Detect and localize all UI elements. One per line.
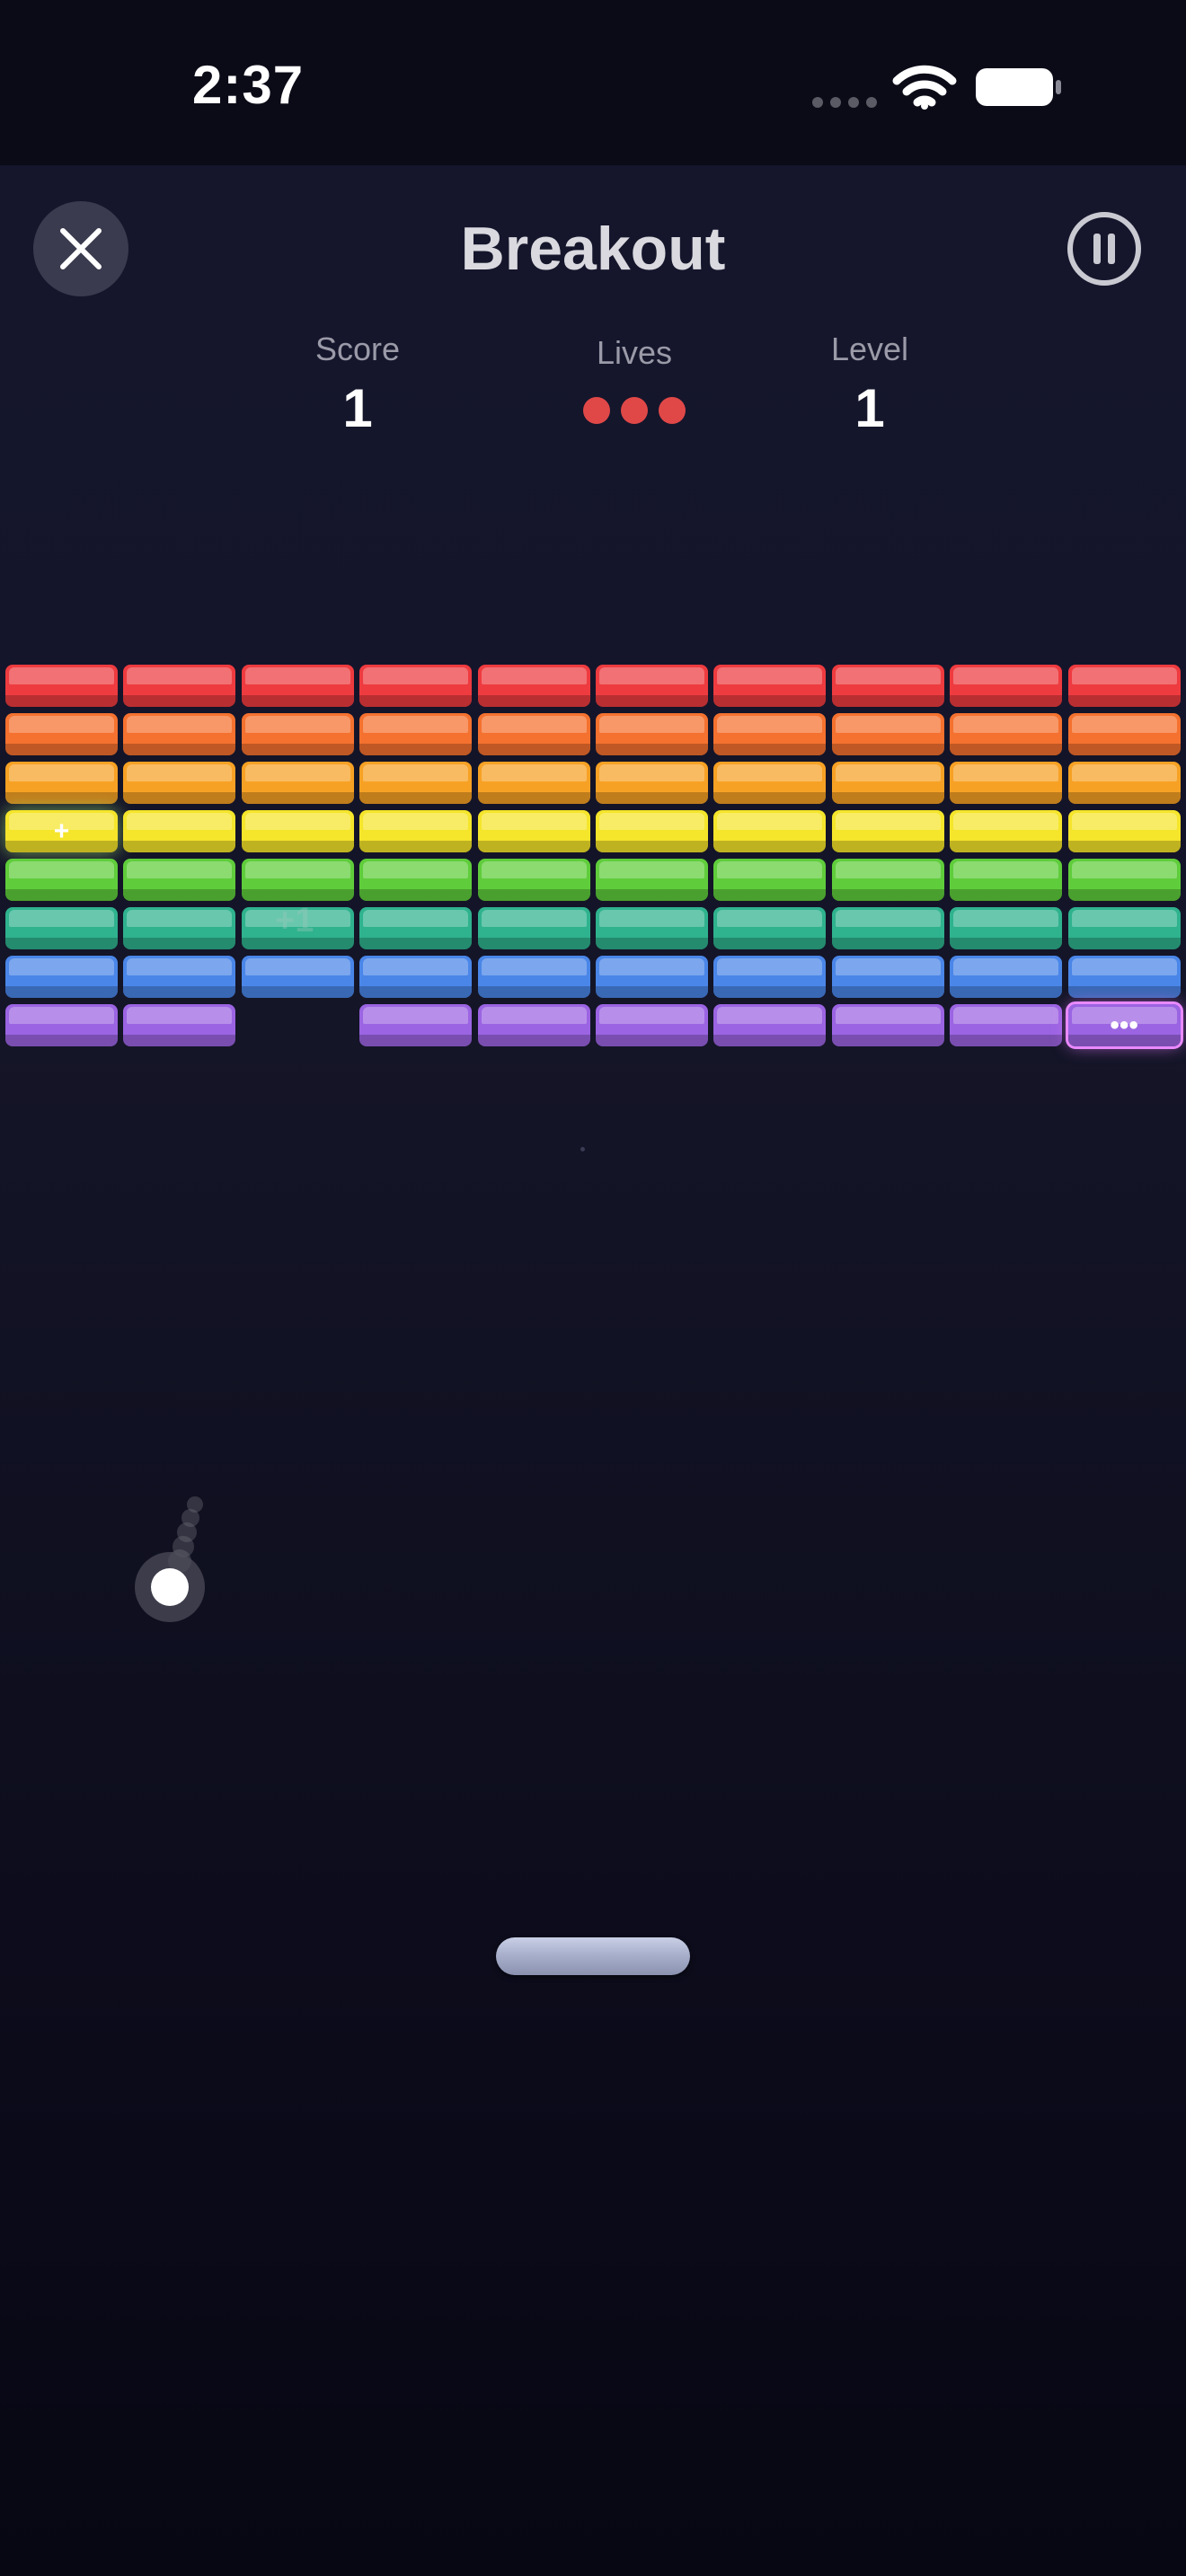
- brick: [713, 1004, 827, 1046]
- brick: [123, 907, 236, 949]
- brick: [1067, 907, 1181, 949]
- brick: [950, 907, 1063, 949]
- brick: [359, 956, 473, 998]
- brick: [241, 859, 354, 901]
- brick: [477, 665, 590, 707]
- brick: [1067, 762, 1181, 804]
- brick: [477, 762, 590, 804]
- brick: [5, 762, 118, 804]
- ball-icon: [151, 1568, 189, 1606]
- brick: [477, 907, 590, 949]
- brick: [359, 810, 473, 852]
- paddle-icon[interactable]: [496, 1937, 690, 1975]
- brick: [596, 810, 708, 852]
- brick: [477, 956, 590, 998]
- powerup-symbol: +: [53, 816, 70, 846]
- brick: [5, 665, 118, 707]
- brick: [5, 907, 118, 949]
- brick: [123, 1004, 236, 1046]
- brick: [1067, 665, 1181, 707]
- brick: [123, 762, 236, 804]
- brick: [359, 665, 473, 707]
- brick: [831, 859, 944, 901]
- brick: [359, 907, 473, 949]
- brick: [950, 810, 1063, 852]
- brick-field: + •••: [0, 0, 1186, 2576]
- brick: [950, 956, 1063, 998]
- brick: [831, 907, 944, 949]
- brick: [713, 762, 827, 804]
- brick: [1067, 810, 1181, 852]
- brick: [359, 713, 473, 755]
- brick: [713, 907, 827, 949]
- brick: [241, 956, 354, 998]
- brick: [5, 1004, 118, 1046]
- brick: [241, 810, 354, 852]
- brick: [596, 1004, 708, 1046]
- brick: [241, 762, 354, 804]
- brick: [596, 713, 708, 755]
- brick: [713, 665, 827, 707]
- brick: [596, 956, 708, 998]
- brick: [950, 665, 1063, 707]
- brick: [123, 810, 236, 852]
- brick: [241, 713, 354, 755]
- brick: [5, 713, 118, 755]
- powerup-brick: +: [5, 810, 118, 852]
- brick: [596, 907, 708, 949]
- brick: [596, 665, 708, 707]
- brick: [713, 810, 827, 852]
- particle-dot: [580, 1147, 585, 1151]
- brick: [1067, 859, 1181, 901]
- brick: [359, 1004, 473, 1046]
- brick: [713, 956, 827, 998]
- brick: [123, 859, 236, 901]
- brick: [950, 1004, 1063, 1046]
- brick: [123, 956, 236, 998]
- brick: [596, 762, 708, 804]
- score-popup: +1: [275, 902, 314, 940]
- brick: [5, 859, 118, 901]
- powerup-symbol: •••: [1110, 1010, 1138, 1040]
- brick: [123, 665, 236, 707]
- brick: [477, 1004, 590, 1046]
- brick: [950, 859, 1063, 901]
- brick: [831, 810, 944, 852]
- brick: [831, 665, 944, 707]
- brick: [1067, 956, 1181, 998]
- powerup-brick: •••: [1065, 1001, 1183, 1049]
- brick: [359, 859, 473, 901]
- brick: [596, 859, 708, 901]
- brick: [477, 713, 590, 755]
- brick: [1067, 713, 1181, 755]
- brick: [831, 956, 944, 998]
- brick: [477, 859, 590, 901]
- brick: [831, 1004, 944, 1046]
- brick: [123, 713, 236, 755]
- brick: [241, 665, 354, 707]
- brick: [713, 859, 827, 901]
- brick: [359, 762, 473, 804]
- brick: [713, 713, 827, 755]
- brick: [831, 762, 944, 804]
- brick: [5, 956, 118, 998]
- brick: [831, 713, 944, 755]
- brick: [950, 713, 1063, 755]
- brick: [477, 810, 590, 852]
- brick: [950, 762, 1063, 804]
